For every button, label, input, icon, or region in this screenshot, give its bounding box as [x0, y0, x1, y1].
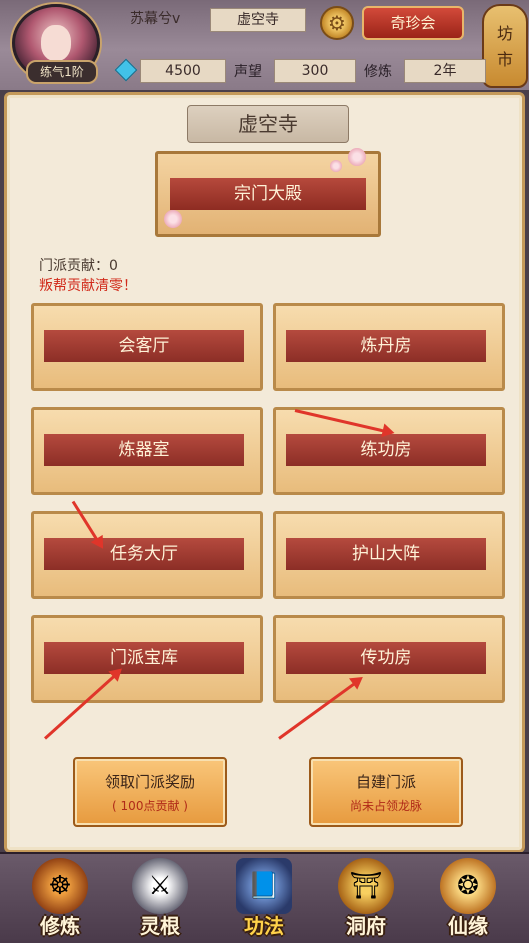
nav-label: 洞府	[346, 914, 386, 938]
room-label: 炼器室	[44, 434, 244, 466]
nav-label: 仙缘	[448, 914, 488, 938]
market-label-top: 坊	[496, 24, 513, 43]
top-bar: 练气1阶 苏幕兮v 虚空寺 ⚙ 奇珍会 坊 市 4500 声望 300 修炼 2…	[0, 0, 529, 90]
nav-cultivate[interactable]: ☸ 修炼	[14, 858, 106, 940]
nav-immortal-fate[interactable]: ❂ 仙缘	[422, 858, 514, 940]
room-label: 护山大阵	[286, 538, 486, 570]
reputation-value: 300	[274, 59, 356, 83]
warning-text: 叛帮贡献清零！	[39, 278, 137, 294]
blossom-icon	[164, 210, 182, 228]
room-label: 会客厅	[44, 330, 244, 362]
room-label: 任务大厅	[44, 538, 244, 570]
book-icon: 📘	[236, 858, 292, 914]
claim-reward-cost: ( 100点贡献 )	[112, 799, 188, 813]
cultivation-label: 修炼	[364, 64, 392, 80]
panel-title: 虚空寺	[238, 112, 298, 136]
nav-label: 修炼	[40, 914, 80, 938]
nav-techniques[interactable]: 📘 功法	[218, 858, 310, 940]
treasure-auction-button[interactable]: 奇珍会	[362, 6, 464, 40]
settings-gear-icon[interactable]: ⚙	[320, 6, 354, 40]
main-hall-button[interactable]: 宗门大殿	[155, 148, 381, 237]
nav-label: 灵根	[140, 914, 180, 938]
level-badge: 练气1阶	[26, 60, 98, 84]
sect-panel: 虚空寺 宗门大殿 门派贡献：0 叛帮贡献清零！ 会客厅 炼丹房 炼器室 练功房 …	[4, 92, 525, 853]
create-sect-button[interactable]: 自建门派 尚未占领龙脉	[309, 757, 463, 827]
nav-spirit-root[interactable]: ⚔ 灵根	[114, 858, 206, 940]
nav-label: 功法	[244, 914, 284, 938]
create-sect-title: 自建门派	[355, 773, 416, 791]
market-label-bottom: 市	[496, 50, 513, 69]
room-mountain-array[interactable]: 护山大阵	[273, 511, 505, 599]
market-lantern-button[interactable]: 坊 市	[482, 4, 528, 88]
panel-title-plaque: 虚空寺	[187, 105, 349, 143]
room-skill-transfer[interactable]: 传功房	[273, 615, 505, 703]
nav-cave-dwelling[interactable]: ⛩ 洞府	[320, 858, 412, 940]
claim-sect-reward-button[interactable]: 领取门派奖励 ( 100点贡献 )	[73, 757, 227, 827]
room-treasury[interactable]: 门派宝库	[31, 615, 263, 703]
blossom-icon	[348, 148, 366, 166]
avatar-face-icon	[41, 25, 71, 61]
room-label: 炼丹房	[286, 330, 486, 362]
main-hall-label: 宗门大殿	[170, 178, 366, 210]
monk-icon: ☸	[32, 858, 88, 914]
room-reception-hall[interactable]: 会客厅	[31, 303, 263, 391]
spirit-jade-icon	[114, 58, 138, 82]
room-forge[interactable]: 炼器室	[31, 407, 263, 495]
jade-value: 4500	[140, 59, 226, 83]
bottom-nav: ☸ 修炼 ⚔ 灵根 📘 功法 ⛩ 洞府 ❂ 仙缘	[0, 852, 529, 943]
cultivation-value: 2年	[404, 59, 486, 83]
sword-icon: ⚔	[132, 858, 188, 914]
room-label: 门派宝库	[44, 642, 244, 674]
gourd-icon: ❂	[440, 858, 496, 914]
blossom-icon	[330, 160, 342, 172]
contribution-text: 门派贡献：0	[39, 258, 118, 274]
claim-reward-title: 领取门派奖励	[104, 773, 195, 791]
room-label: 练功房	[286, 434, 486, 466]
room-training[interactable]: 练功房	[273, 407, 505, 495]
room-label: 传功房	[286, 642, 486, 674]
reputation-label: 声望	[234, 64, 262, 80]
create-sect-status: 尚未占领龙脉	[349, 799, 422, 813]
palace-icon: ⛩	[338, 858, 394, 914]
player-name: 苏幕兮v	[130, 11, 181, 27]
room-alchemy[interactable]: 炼丹房	[273, 303, 505, 391]
room-mission-hall[interactable]: 任务大厅	[31, 511, 263, 599]
location-name: 虚空寺	[210, 8, 306, 32]
